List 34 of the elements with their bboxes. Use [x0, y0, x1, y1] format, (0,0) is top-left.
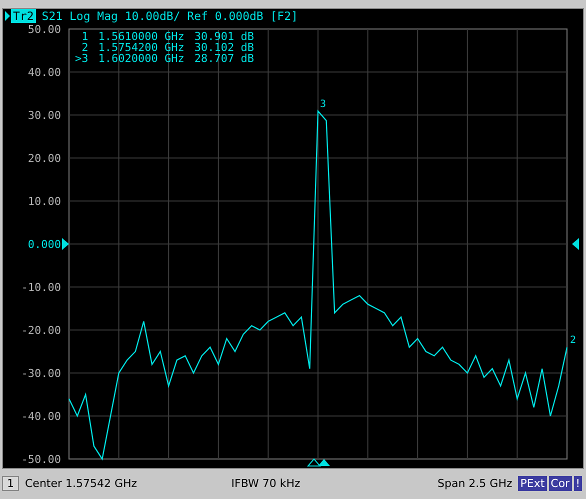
y-tick-label: -10.00 — [21, 281, 61, 294]
trace-settings: S21 Log Mag 10.00dB/ Ref 0.000dB [F2] — [42, 9, 298, 23]
y-tick-label: -50.00 — [21, 453, 61, 466]
y-tick-label: 0.000 — [28, 238, 61, 251]
y-tick-label: 40.00 — [28, 66, 61, 79]
marker-number: 2 — [82, 42, 88, 53]
marker-label: 2 — [570, 335, 576, 346]
status-badge: ! — [574, 476, 582, 490]
marker-number: 1 — [80, 31, 88, 42]
y-tick-label: 10.00 — [28, 195, 61, 208]
ifbw-setting: IFBW 70 kHz — [231, 476, 302, 490]
marker-number: >3 — [75, 53, 88, 64]
span-setting: Span 2.5 GHz — [438, 476, 512, 490]
center-frequency: Center 1.57542 GHz — [25, 476, 138, 490]
status-badge: Cor — [548, 476, 572, 490]
active-trace-triangle-icon — [5, 11, 10, 21]
marker-frequency: 1.6020000 GHz — [98, 53, 184, 64]
channel-number: 1 — [2, 476, 19, 490]
marker-frequency: 1.5754200 GHz — [98, 42, 184, 53]
y-tick-label: -40.00 — [21, 410, 61, 423]
reference-right-arrow-icon — [572, 238, 579, 250]
y-tick-label: -30.00 — [21, 367, 61, 380]
status-badge: PExt — [518, 476, 547, 490]
reference-left-arrow-icon — [62, 238, 69, 250]
y-tick-label: 30.00 — [28, 109, 61, 122]
y-tick-label: 50.00 — [28, 23, 61, 36]
marker-frequency: 1.5610000 GHz — [98, 31, 184, 42]
marker-value: 30.901 dB — [194, 31, 254, 42]
marker-value: 30.102 dB — [194, 42, 254, 53]
marker-position-icon — [306, 458, 330, 466]
y-tick-label: -20.00 — [21, 324, 61, 337]
y-tick-label: 20.00 — [28, 152, 61, 165]
marker-value: 28.707 dB — [194, 53, 254, 64]
marker-label: 3 — [320, 99, 326, 110]
